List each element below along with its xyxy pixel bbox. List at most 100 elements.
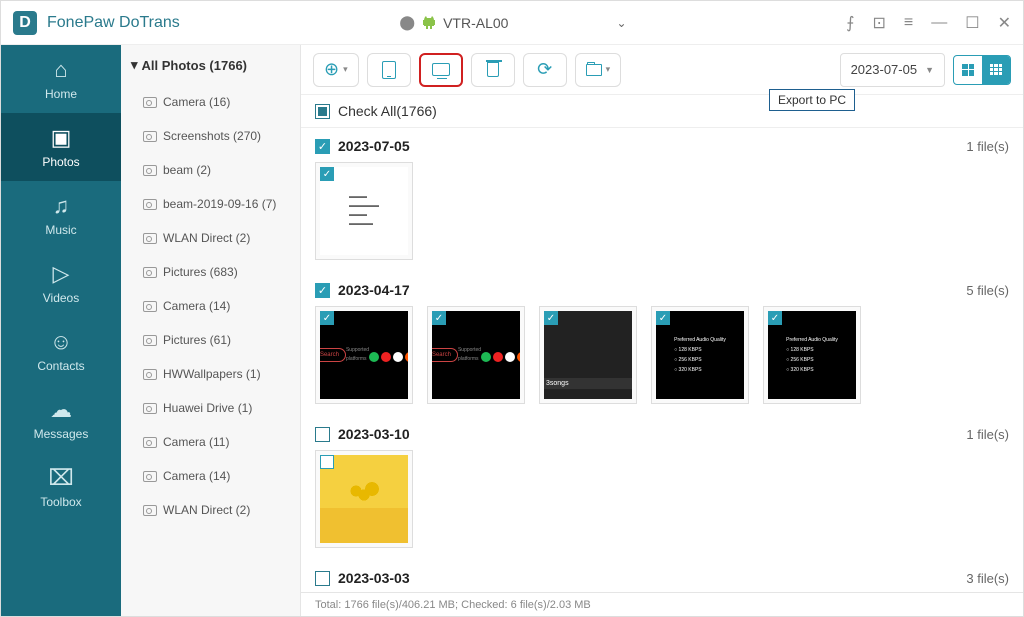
group-date: 2023-07-05 <box>338 138 410 154</box>
thumb-checkbox[interactable] <box>320 455 334 469</box>
app-title: FonePaw DoTrans <box>47 14 180 32</box>
album-icon <box>143 505 157 516</box>
thumb-checkbox[interactable]: ✓ <box>544 311 558 325</box>
nav-videos[interactable]: ▷Videos <box>1 249 121 317</box>
album-icon <box>143 369 157 380</box>
album-item[interactable]: Pictures (683) <box>121 255 300 289</box>
refresh-icon <box>537 59 552 80</box>
view-large-button[interactable] <box>954 56 982 84</box>
minimize-button[interactable]: — <box>931 14 947 32</box>
message-icon: ☁ <box>50 397 72 423</box>
thumb-row <box>315 450 1009 560</box>
group-date: 2023-04-17 <box>338 282 410 298</box>
pc-icon <box>432 63 450 76</box>
group-header[interactable]: ✓2023-04-175 file(s) <box>315 272 1009 306</box>
photo-thumb[interactable] <box>315 450 413 548</box>
album-icon <box>143 131 157 142</box>
album-icon <box>143 437 157 448</box>
album-item[interactable]: Screenshots (270) <box>121 119 300 153</box>
date-filter[interactable]: 2023-07-05▼ <box>840 53 945 87</box>
feedback-icon[interactable]: ⨍ <box>846 13 854 33</box>
album-item[interactable]: beam-2019-09-16 (7) <box>121 187 300 221</box>
video-icon: ▷ <box>53 261 70 287</box>
android-icon: ⬤ <box>399 14 415 31</box>
nav-messages[interactable]: ☁Messages <box>1 385 121 453</box>
window-controls: ⨍ ⊡ ≡ — ☐ ✕ <box>846 13 1011 33</box>
photo-icon: ▣ <box>51 125 72 151</box>
app-logo: D <box>13 11 37 35</box>
album-item[interactable]: HWWallpapers (1) <box>121 357 300 391</box>
nav-label: Home <box>45 87 77 101</box>
album-item[interactable]: Camera (14) <box>121 459 300 493</box>
group-date: 2023-03-10 <box>338 426 410 442</box>
album-label: HWWallpapers (1) <box>163 367 261 381</box>
album-sidebar: ▾All Photos (1766) Camera (16)Screenshot… <box>121 45 301 616</box>
group-count: 3 file(s) <box>966 571 1009 586</box>
check-all-checkbox[interactable] <box>315 104 330 119</box>
main-nav: ⌂Home ▣Photos ♫Music ▷Videos ☺Contacts ☁… <box>1 45 121 616</box>
album-item[interactable]: Camera (11) <box>121 425 300 459</box>
group-checkbox[interactable] <box>315 571 330 586</box>
thumb-checkbox[interactable]: ✓ <box>320 167 334 181</box>
thumb-checkbox[interactable]: ✓ <box>320 311 334 325</box>
thumb-checkbox[interactable]: ✓ <box>656 311 670 325</box>
chevron-down-icon: ▾ <box>606 64 611 75</box>
export-to-pc-button[interactable] <box>419 53 463 87</box>
nav-label: Toolbox <box>40 495 81 509</box>
photo-thumb[interactable]: ✓3songs <box>539 306 637 404</box>
nav-photos[interactable]: ▣Photos <box>1 113 121 181</box>
folder-icon <box>586 64 602 76</box>
album-label: WLAN Direct (2) <box>163 503 250 517</box>
photo-thumb[interactable]: ✓SearchSupported platforms <box>315 306 413 404</box>
group-header[interactable]: 2023-03-033 file(s) <box>315 560 1009 592</box>
photo-thumb[interactable]: ✓SearchSupported platforms <box>427 306 525 404</box>
device-selector[interactable]: ⬤ VTR-AL00 ⌄ <box>180 14 846 31</box>
group-checkbox[interactable] <box>315 427 330 442</box>
close-button[interactable]: ✕ <box>998 13 1011 33</box>
album-label: Camera (14) <box>163 469 230 483</box>
album-item[interactable]: WLAN Direct (2) <box>121 221 300 255</box>
trash-icon <box>487 62 499 77</box>
album-item[interactable]: beam (2) <box>121 153 300 187</box>
album-item[interactable]: WLAN Direct (2) <box>121 493 300 527</box>
photo-thumb[interactable]: ✓Preferred Audio Quality○ 128 KBPS○ 256 … <box>651 306 749 404</box>
group-header[interactable]: ✓2023-07-051 file(s) <box>315 128 1009 162</box>
group-checkbox[interactable]: ✓ <box>315 139 330 154</box>
add-button[interactable]: ▾ <box>313 53 359 87</box>
tooltip: Export to PC <box>769 89 855 111</box>
photo-gallery[interactable]: ✓2023-07-051 file(s)✓▬▬▬▬▬▬▬▬▬▬▬▬▬▬▬✓202… <box>301 128 1023 592</box>
open-folder-button[interactable]: ▾ <box>575 53 622 87</box>
device-name: VTR-AL00 <box>443 15 508 31</box>
photo-thumb[interactable]: ✓Preferred Audio Quality○ 128 KBPS○ 256 … <box>763 306 861 404</box>
thumb-checkbox[interactable]: ✓ <box>768 311 782 325</box>
nav-home[interactable]: ⌂Home <box>1 45 121 113</box>
menu-icon[interactable]: ≡ <box>904 14 913 32</box>
album-item[interactable]: Huawei Drive (1) <box>121 391 300 425</box>
nav-contacts[interactable]: ☺Contacts <box>1 317 121 385</box>
chat-icon[interactable]: ⊡ <box>873 13 886 33</box>
check-all-row[interactable]: Check All(1766) <box>301 95 1023 128</box>
nav-label: Music <box>45 223 76 237</box>
thumb-checkbox[interactable]: ✓ <box>432 311 446 325</box>
delete-button[interactable] <box>471 53 515 87</box>
titlebar: D FonePaw DoTrans ⬤ VTR-AL00 ⌄ ⨍ ⊡ ≡ — ☐… <box>1 1 1023 45</box>
view-small-button[interactable] <box>982 56 1010 84</box>
sidebar-header[interactable]: ▾All Photos (1766) <box>121 45 300 85</box>
maximize-button[interactable]: ☐ <box>965 13 979 33</box>
nav-music[interactable]: ♫Music <box>1 181 121 249</box>
album-item[interactable]: Pictures (61) <box>121 323 300 357</box>
group-header[interactable]: 2023-03-10 1 file(s) <box>315 416 1009 450</box>
group-checkbox[interactable]: ✓ <box>315 283 330 298</box>
view-toggle <box>953 55 1011 85</box>
nav-toolbox[interactable]: ⌧Toolbox <box>1 453 121 521</box>
caret-down-icon: ▾ <box>131 57 138 73</box>
group-count: 1 file(s) <box>966 427 1009 442</box>
export-to-phone-button[interactable] <box>367 53 411 87</box>
photo-thumb[interactable]: ✓▬▬▬▬▬▬▬▬▬▬▬▬▬▬▬ <box>315 162 413 260</box>
thumb-row: ✓SearchSupported platforms✓SearchSupport… <box>315 306 1009 416</box>
album-item[interactable]: Camera (16) <box>121 85 300 119</box>
thumb-row: ✓▬▬▬▬▬▬▬▬▬▬▬▬▬▬▬ <box>315 162 1009 272</box>
album-item[interactable]: Camera (14) <box>121 289 300 323</box>
refresh-button[interactable] <box>523 53 567 87</box>
album-label: Camera (14) <box>163 299 230 313</box>
